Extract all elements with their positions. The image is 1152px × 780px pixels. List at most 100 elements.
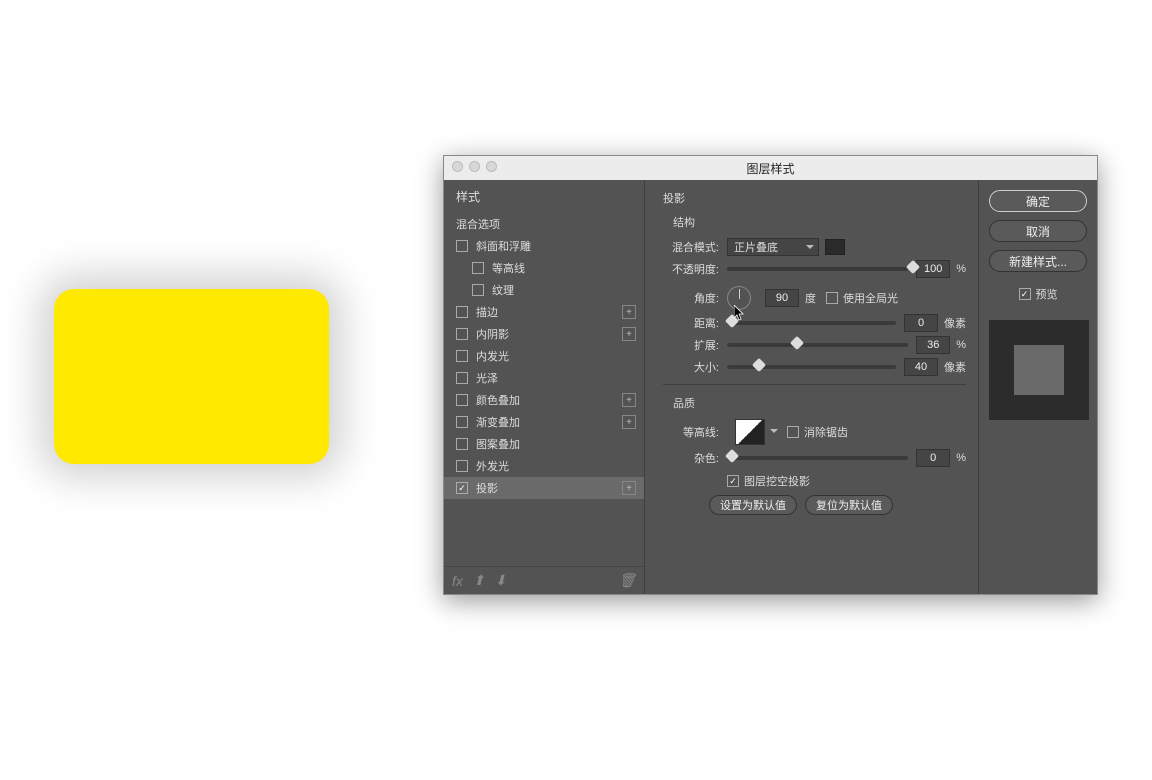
knockout-label: 图层挖空投影 [744,473,810,489]
add-icon[interactable]: + [622,305,636,319]
style-checkbox[interactable] [456,394,468,406]
antialias-checkbox[interactable] [787,426,799,438]
structure-label: 结构 [663,212,966,234]
spread-slider[interactable] [727,343,908,347]
size-field[interactable]: 40 [904,358,938,376]
sidebar-item-0[interactable]: 斜面和浮雕 [444,235,644,257]
opacity-unit: % [956,263,966,275]
sidebar-item-label: 图案叠加 [476,436,520,452]
sidebar-item-blending[interactable]: 混合选项 [444,213,644,235]
window-controls[interactable] [452,161,497,172]
chevron-down-icon[interactable]: ⬇ [495,572,507,589]
distance-label: 距离: [663,315,719,331]
style-checkbox[interactable] [456,416,468,428]
sidebar-item-label: 渐变叠加 [476,414,520,430]
close-icon[interactable] [452,161,463,172]
style-checkbox[interactable] [456,306,468,318]
sidebar-item-label: 纹理 [492,282,514,298]
style-checkbox[interactable] [456,240,468,252]
spread-label: 扩展: [663,337,719,353]
sidebar-item-11[interactable]: 投影 + [444,477,644,499]
add-icon[interactable]: + [622,415,636,429]
sidebar-item-label: 内发光 [476,348,509,364]
styles-header: 样式 [444,180,644,213]
angle-label: 角度: [663,290,719,306]
add-icon[interactable]: + [622,481,636,495]
sidebar-item-label: 斜面和浮雕 [476,238,531,254]
style-checkbox[interactable] [456,328,468,340]
angle-unit: 度 [805,290,816,306]
distance-slider[interactable] [727,321,896,325]
dialog-titlebar: 图层样式 [444,156,1097,180]
noise-slider[interactable] [727,456,908,460]
blend-mode-select[interactable]: 正片叠底 [727,238,819,256]
new-style-button[interactable]: 新建样式... [989,250,1087,272]
chevron-up-icon[interactable]: ⬆ [473,572,485,589]
options-panel: 投影 结构 混合模式: 正片叠底 不透明度: 100 % 角度: 90 度 [645,180,978,594]
opacity-slider[interactable] [727,267,908,271]
sidebar-item-label: 内阴影 [476,326,509,342]
sidebar-item-6[interactable]: 光泽 [444,367,644,389]
global-light-label: 使用全局光 [843,290,898,306]
preview-box [989,320,1089,420]
sidebar-item-1[interactable]: 等高线 [444,257,644,279]
styles-sidebar: 样式 混合选项 斜面和浮雕等高线纹理描边 + 内阴影 + 内发光光泽颜色叠加 + 渐变叠加 +… [444,180,644,594]
spread-unit: % [956,339,966,351]
size-slider[interactable] [727,365,896,369]
sidebar-item-4[interactable]: 内阴影 + [444,323,644,345]
distance-field[interactable]: 0 [904,314,938,332]
add-icon[interactable]: + [622,393,636,407]
add-icon[interactable]: + [622,327,636,341]
opacity-label: 不透明度: [663,261,719,277]
sidebar-item-3[interactable]: 描边 + [444,301,644,323]
knockout-checkbox[interactable] [727,475,739,487]
layer-style-dialog: 图层样式 样式 混合选项 斜面和浮雕等高线纹理描边 + 内阴影 + 内发光光泽颜色叠加 +… [443,155,1098,595]
style-checkbox[interactable] [456,482,468,494]
sidebar-item-5[interactable]: 内发光 [444,345,644,367]
sidebar-item-10[interactable]: 外发光 [444,455,644,477]
contour-label: 等高线: [663,424,719,440]
ok-button[interactable]: 确定 [989,190,1087,212]
spread-field[interactable]: 36 [916,336,950,354]
fx-icon[interactable]: fx [452,573,463,589]
right-panel: 确定 取消 新建样式... 预览 [979,180,1097,594]
global-light-checkbox[interactable] [826,292,838,304]
sidebar-item-label: 等高线 [492,260,525,276]
noise-field[interactable]: 0 [916,449,950,467]
shadow-color-swatch[interactable] [825,239,845,255]
style-checkbox[interactable] [456,438,468,450]
zoom-icon[interactable] [486,161,497,172]
preview-checkbox[interactable] [1019,288,1031,300]
trash-icon[interactable]: 🗑 [618,572,636,589]
style-checkbox[interactable] [456,350,468,362]
sidebar-item-label: 颜色叠加 [476,392,520,408]
make-default-button[interactable]: 设置为默认值 [709,495,797,515]
reset-default-button[interactable]: 复位为默认值 [805,495,893,515]
distance-unit: 像素 [944,315,966,331]
angle-dial[interactable] [727,286,751,310]
sidebar-item-8[interactable]: 渐变叠加 + [444,411,644,433]
sidebar-item-7[interactable]: 颜色叠加 + [444,389,644,411]
cancel-button[interactable]: 取消 [989,220,1087,242]
panel-title: 投影 [663,186,966,212]
style-checkbox[interactable] [472,262,484,274]
canvas-yellow-rectangle [54,289,329,464]
minimize-icon[interactable] [469,161,480,172]
angle-field[interactable]: 90 [765,289,799,307]
style-checkbox[interactable] [456,460,468,472]
sidebar-item-label: 投影 [476,480,498,496]
style-checkbox[interactable] [456,372,468,384]
preview-label: 预览 [1036,286,1058,302]
blend-mode-label: 混合模式: [663,239,719,255]
noise-label: 杂色: [663,450,719,466]
sidebar-item-label: 光泽 [476,370,498,386]
style-checkbox[interactable] [472,284,484,296]
antialias-label: 消除锯齿 [804,424,848,440]
size-label: 大小: [663,359,719,375]
sidebar-item-2[interactable]: 纹理 [444,279,644,301]
sidebar-item-9[interactable]: 图案叠加 [444,433,644,455]
opacity-field[interactable]: 100 [916,260,950,278]
sidebar-item-label: 描边 [476,304,498,320]
size-unit: 像素 [944,359,966,375]
contour-picker[interactable] [735,419,765,445]
